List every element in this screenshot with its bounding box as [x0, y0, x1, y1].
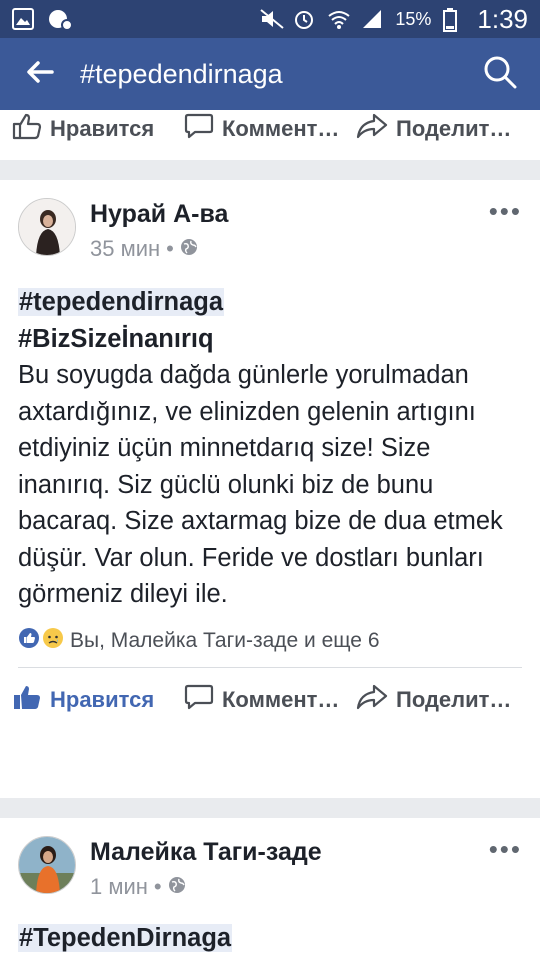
post-header: Нурай А-ва 35 мин • •••	[0, 180, 540, 262]
post-header: Малейка Таги-заде 1 мин • •••	[0, 818, 540, 900]
like-reaction-icon	[18, 627, 40, 655]
post-card: Малейка Таги-заде 1 мин • ••• #TepedenDi…	[0, 818, 540, 960]
share-icon	[356, 112, 388, 146]
avatar[interactable]	[18, 198, 76, 256]
thumbs-up-filled-icon	[12, 683, 42, 717]
post-time-row: 1 мин •	[90, 874, 322, 900]
post-body: #tepedendirnaga #BizSizeİnanırıq Bu soyu…	[0, 262, 540, 613]
post-actions: Нравится Коммент… Поделит…	[0, 668, 540, 732]
reactions-text: Вы, Малейка Таги-заде и еще 6	[70, 628, 380, 652]
avatar[interactable]	[18, 836, 76, 894]
alarm-icon	[293, 8, 315, 30]
app-bar: #tepedendirnaga	[0, 38, 540, 110]
search-icon	[483, 55, 517, 94]
like-button[interactable]: Нравится	[12, 683, 184, 717]
comment-icon	[184, 112, 214, 146]
sad-reaction-icon	[42, 627, 64, 655]
more-options-button[interactable]: •••	[489, 198, 522, 224]
thumbs-up-outline-icon	[12, 112, 42, 146]
globe-icon	[168, 874, 186, 900]
back-button[interactable]	[0, 38, 80, 110]
page-title: #tepedendirnaga	[80, 58, 283, 89]
separator-dot: •	[166, 236, 174, 261]
author-name[interactable]: Нурай А-ва	[90, 198, 228, 230]
post-card: Нурай А-ва 35 мин • ••• #tepedendirnaga …	[0, 180, 540, 798]
globe-icon	[180, 236, 198, 262]
hashtag-link[interactable]: #TepedenDirnaga	[18, 924, 233, 952]
like-button[interactable]: Нравится	[12, 112, 184, 146]
comment-icon	[184, 683, 214, 717]
share-button[interactable]: Поделит…	[356, 683, 528, 717]
battery-percent: 15%	[395, 8, 432, 29]
back-arrow-icon	[26, 60, 54, 89]
more-icon: •••	[488, 834, 522, 864]
post-meta: Нурай А-ва 35 мин •	[90, 198, 228, 262]
author-name[interactable]: Малейка Таги-заде	[90, 836, 322, 868]
gallery-notification-icon	[12, 8, 34, 30]
wifi-icon	[327, 8, 350, 30]
battery-icon	[443, 8, 465, 32]
hashtag-link[interactable]: #BizSizeİnanırıq	[18, 325, 214, 353]
comment-button[interactable]: Коммент…	[184, 112, 356, 146]
hashtag-link[interactable]: #tepedendirnaga	[18, 288, 225, 316]
search-button[interactable]	[460, 38, 540, 110]
comment-button[interactable]: Коммент…	[184, 683, 356, 717]
share-icon	[356, 683, 388, 717]
post-time[interactable]: 35 мин	[90, 236, 160, 262]
more-options-button[interactable]: •••	[489, 836, 522, 862]
previous-post-card: Нравится Коммент… Поделит…	[0, 110, 540, 160]
post-time-row: 35 мин •	[90, 236, 228, 262]
more-icon: •••	[488, 196, 522, 226]
signal-icon	[361, 8, 383, 30]
post-time[interactable]: 1 мин	[90, 874, 148, 900]
status-bar: 15% 1:39	[0, 0, 540, 38]
previous-post-actions: Нравится Коммент… Поделит…	[0, 110, 540, 148]
post-body: #TepedenDirnaga	[0, 900, 540, 957]
post-meta: Малейка Таги-заде 1 мин •	[90, 836, 322, 900]
reactions-summary[interactable]: Вы, Малейка Таги-заде и еще 6	[0, 613, 540, 667]
mute-icon	[259, 8, 284, 30]
clock: 1:39	[477, 3, 528, 34]
share-button[interactable]: Поделит…	[356, 112, 528, 146]
separator-dot: •	[153, 874, 162, 899]
post-text: Bu soyugda dağda günlerle yorulmadan axt…	[18, 361, 503, 608]
app-notification-icon	[48, 8, 73, 31]
